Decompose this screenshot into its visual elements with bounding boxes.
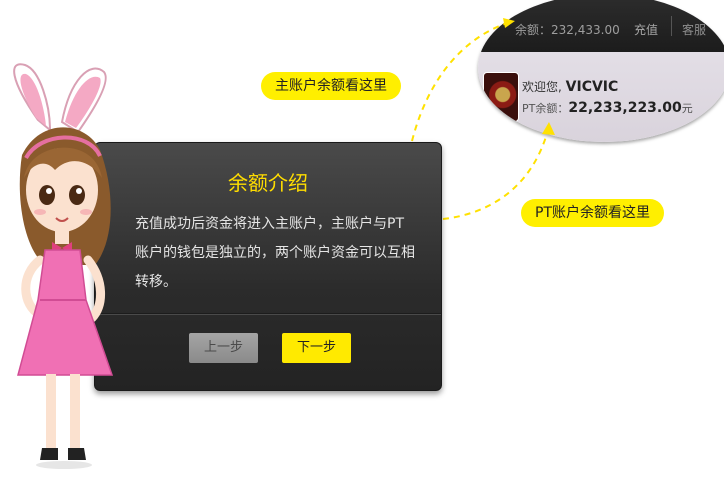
dialog-divider xyxy=(95,313,441,315)
pt-pointer-arrowhead xyxy=(542,122,555,135)
main-account-hint: 主账户余额看这里 xyxy=(261,72,401,100)
balance-intro-dialog: 余额介绍 充值成功后资金将进入主账户，主账户与PT账户的钱包是独立的，两个账户资… xyxy=(94,142,442,391)
bunny-girl-mascot xyxy=(13,63,114,469)
main-pointer-arrowhead xyxy=(503,18,515,28)
next-step-button[interactable]: 下一步 xyxy=(282,333,351,363)
dialog-body: 充值成功后资金将进入主账户，主账户与PT账户的钱包是独立的，两个账户资金可以互相… xyxy=(135,216,415,290)
dialog-title: 余额介绍 xyxy=(228,171,308,195)
tutorial-overlay: 余额：232,433.00 充值 客服 欢迎您, VICVIC PT余额：22,… xyxy=(0,0,724,489)
prev-step-button[interactable]: 上一步 xyxy=(189,333,258,363)
pt-account-hint: PT账户余额看这里 xyxy=(521,199,664,227)
main-balance-pointer xyxy=(411,21,511,142)
